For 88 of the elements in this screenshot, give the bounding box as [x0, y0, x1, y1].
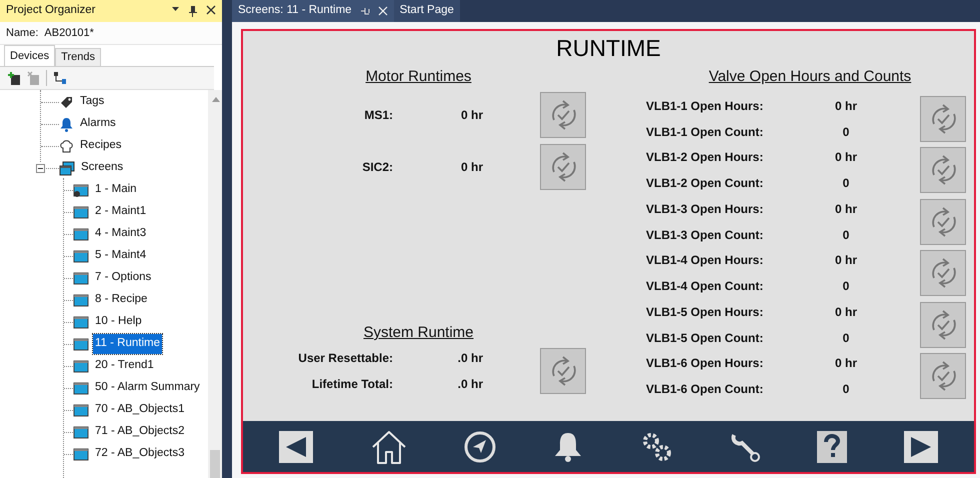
open-hours-label: VLB1-5 Open Hours: [646, 304, 764, 321]
panel-tab[interactable]: Devices [4, 45, 56, 66]
valve-value: 0 [842, 124, 850, 141]
screen-title: RUNTIME [555, 34, 662, 63]
open-count-label: VLB1-6 Open Count: [646, 381, 764, 398]
valve-value: 0 hr [834, 355, 858, 372]
tree-item[interactable]: 72 - AB_Objects3 [93, 444, 186, 464]
collapse-icon[interactable] [36, 164, 45, 173]
valve-value: 0 hr [834, 200, 858, 218]
valve-value: 0 hr [834, 98, 858, 115]
tree-view-icon[interactable] [53, 71, 67, 85]
tree-item[interactable]: Alarms [78, 114, 118, 134]
valve-value: 0 hr [834, 149, 858, 166]
valve-value: 0 [842, 226, 850, 244]
tree-item[interactable]: 50 - Alarm Summary [93, 378, 202, 398]
valve-value: 0 [842, 381, 850, 398]
panel-title: Project Organizer [6, 3, 96, 18]
open-count-label: VLB1-4 Open Count: [646, 278, 764, 296]
reset-button[interactable] [920, 147, 966, 194]
home-button[interactable] [370, 428, 408, 464]
tree-item[interactable]: 10 - Help [93, 312, 144, 332]
valve-value: 0 hr [834, 252, 858, 270]
tree-item[interactable]: 5 - Maint4 [93, 246, 148, 266]
reset-button[interactable] [920, 353, 966, 400]
open-count-label: VLB1-2 Open Count: [646, 175, 764, 192]
valve-value: 0 [842, 278, 850, 296]
tree-item[interactable]: 1 - Main [93, 180, 139, 200]
scroll-thumb[interactable] [210, 450, 220, 478]
open-hours-label: VLB1-2 Open Hours: [646, 149, 764, 166]
valve-value: 0 [842, 175, 850, 192]
reset-button[interactable] [920, 96, 966, 142]
runtime-label: User Resettable: [297, 350, 393, 367]
reset-button[interactable] [920, 302, 966, 348]
reset-button[interactable] [540, 348, 586, 394]
section-heading: Motor Runtimes [364, 67, 472, 87]
runtime-value: .0 hr [456, 350, 483, 367]
bell-icon [59, 116, 74, 132]
runtime-value: 0 hr [460, 107, 483, 124]
panel-tab[interactable]: Trends [55, 48, 101, 66]
reset-button[interactable] [540, 144, 586, 190]
document-tab[interactable]: Start Page [394, 0, 460, 22]
tree-item[interactable]: 2 - Maint1 [93, 202, 148, 222]
tree-item[interactable]: 70 - AB_Objects1 [93, 400, 186, 420]
valve-value: 0 hr [834, 304, 858, 321]
navigation-button[interactable] [464, 430, 496, 462]
tag-icon [59, 94, 74, 110]
screens-icon [59, 160, 75, 176]
open-count-label: VLB1-3 Open Count: [646, 226, 764, 244]
add-device-icon[interactable] [8, 71, 21, 85]
name-label: Name: [6, 26, 38, 41]
valve-value: 0 [842, 330, 850, 347]
section-heading: Valve Open Hours and Counts [708, 67, 912, 87]
open-count-label: VLB1-5 Open Count: [646, 330, 764, 347]
open-hours-label: VLB1-3 Open Hours: [646, 200, 764, 218]
close-icon[interactable] [206, 5, 216, 15]
help-button[interactable] [817, 430, 848, 462]
tree-item[interactable]: Tags [78, 92, 106, 112]
runtime-value: 0 hr [460, 159, 483, 176]
name-value: AB20101* [44, 26, 94, 41]
tree-item[interactable]: 8 - Recipe [93, 290, 150, 310]
tree-item[interactable]: Screens [79, 158, 126, 178]
tree-item[interactable]: 7 - Options [93, 268, 154, 288]
dropdown-icon[interactable] [171, 5, 180, 13]
open-hours-label: VLB1-1 Open Hours: [646, 98, 764, 115]
settings-button[interactable] [640, 430, 673, 462]
tree-item[interactable]: 71 - AB_Objects2 [93, 422, 186, 442]
document-tab[interactable]: Screens: 11 - Runtime [232, 0, 394, 22]
motor-label: MS1: [363, 107, 393, 124]
open-count-label: VLB1-1 Open Count: [646, 124, 764, 141]
motor-label: SIC2: [361, 159, 393, 176]
tree-item[interactable]: 20 - Trend1 [93, 356, 156, 376]
tree-item[interactable]: Recipes [78, 136, 124, 156]
back-button[interactable] [279, 430, 314, 462]
forward-button[interactable] [904, 430, 938, 462]
reset-button[interactable] [920, 198, 966, 245]
reset-button[interactable] [920, 250, 966, 296]
open-hours-label: VLB1-4 Open Hours: [646, 252, 764, 270]
tree-item[interactable]: 4 - Maint3 [93, 224, 148, 244]
chef-hat-icon [59, 138, 74, 154]
scrollbar[interactable] [208, 90, 222, 478]
runtime-value: .0 hr [456, 376, 483, 393]
open-hours-label: VLB1-6 Open Hours: [646, 355, 764, 372]
pin-icon[interactable] [188, 5, 198, 17]
pin-icon[interactable] [360, 6, 370, 16]
reset-button[interactable] [540, 92, 586, 138]
tree-item[interactable]: 11 - Runtime [93, 334, 162, 354]
section-heading: System Runtime [362, 323, 475, 343]
runtime-label: Lifetime Total: [310, 376, 393, 393]
